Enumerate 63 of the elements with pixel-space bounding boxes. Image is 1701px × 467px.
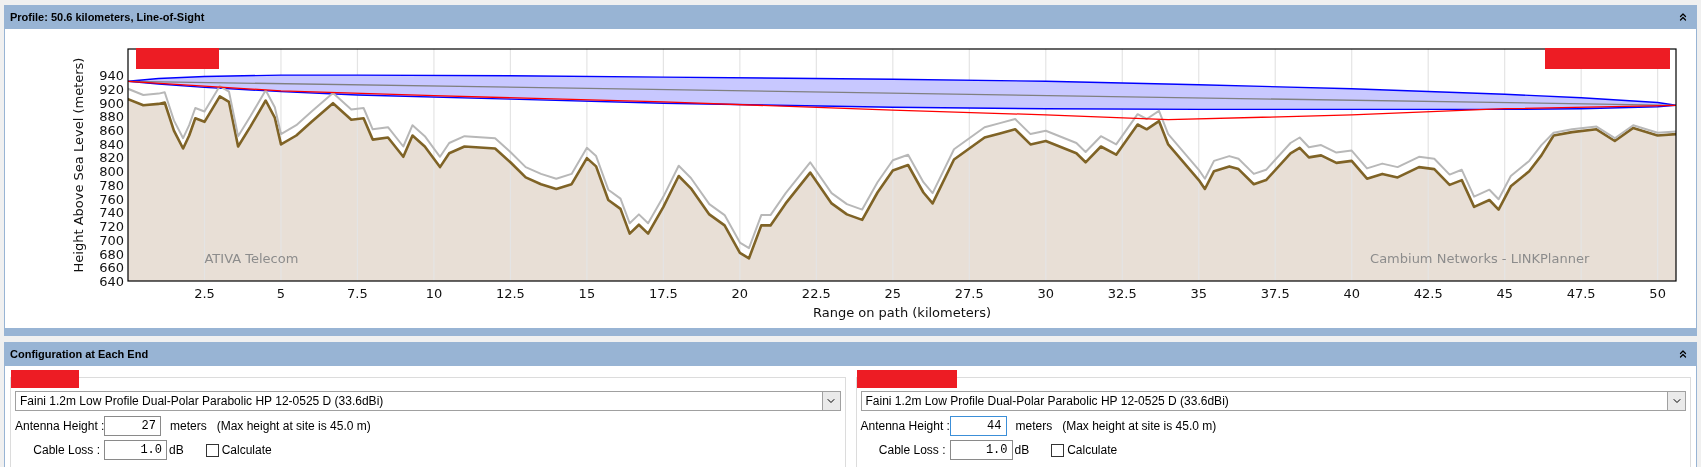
unit-label: meters <box>170 417 207 435</box>
tick-label: 2.5 <box>194 286 215 301</box>
tick-label: 22.5 <box>801 286 831 301</box>
field-label: Cable Loss : <box>32 442 100 459</box>
tick-label: 700 <box>99 232 124 248</box>
watermark-label: Cambium Networks - LINKPlanner <box>1370 251 1590 267</box>
tick-label: 680 <box>99 246 124 262</box>
tick-label: 720 <box>99 219 124 235</box>
panel-title: Configuration at Each End <box>10 346 149 362</box>
unit-label: dB <box>1014 442 1030 459</box>
tick-label: 820 <box>99 150 124 166</box>
tick-label: 25 <box>884 286 902 301</box>
height-field[interactable]: 27 <box>104 415 161 436</box>
tick-label: 42.5 <box>1413 286 1443 301</box>
tick-label: 20 <box>731 286 749 301</box>
unit-label: meters <box>1015 417 1053 435</box>
tick-label: 37.5 <box>1260 286 1290 301</box>
tick-label: 12.5 <box>495 286 525 301</box>
height-note: (Max height at site is 45.0 m) <box>216 417 371 435</box>
height-note: (Max height at site is 45.0 m) <box>1062 417 1217 435</box>
tick-label: 940 <box>99 68 124 84</box>
tick-label: 17.5 <box>648 286 678 301</box>
collapse-icon[interactable] <box>1677 11 1689 23</box>
axis-title: Height Above Sea Level (meters) <box>71 57 86 273</box>
tick-label: 840 <box>99 136 124 152</box>
tick-label: 30 <box>1037 286 1055 301</box>
tick-label: 760 <box>99 191 124 207</box>
height-field[interactable]: 44 <box>949 415 1007 436</box>
tick-label: 640 <box>99 274 124 289</box>
checkbox-label: Calculate <box>1067 442 1118 459</box>
axis-title: Range on path (kilometers) <box>812 305 992 320</box>
field-label: Cable Loss : <box>877 442 946 459</box>
panel-title: Profile: 50.6 kilometers, Line-of-Sight <box>10 9 205 25</box>
tick-label: 15 <box>578 286 596 301</box>
tick-label: 10 <box>425 286 443 301</box>
tick-label: 50 <box>1649 286 1666 301</box>
tick-label: 780 <box>99 177 124 193</box>
tick-label: 660 <box>99 260 124 276</box>
tick-label: 27.5 <box>954 286 984 301</box>
cable-loss-field[interactable]: 1.0 <box>104 440 167 460</box>
calculate-checkbox[interactable] <box>1051 443 1065 457</box>
tick-label: 40 <box>1343 286 1360 301</box>
tick-label: 740 <box>99 205 124 221</box>
watermark-label: ATIVA Telecom <box>204 251 299 267</box>
tick-label: 800 <box>99 164 124 180</box>
tick-label: 920 <box>99 81 124 97</box>
tick-label: 7.5 <box>347 286 368 301</box>
calculate-checkbox[interactable] <box>205 443 219 457</box>
checkbox-label: Calculate <box>221 442 272 459</box>
unit-label: dB <box>169 442 184 459</box>
tick-label: 32.5 <box>1107 286 1137 301</box>
collapse-icon[interactable] <box>1677 348 1689 360</box>
cable-loss-field[interactable]: 1.0 <box>949 440 1013 460</box>
tick-label: 5 <box>276 286 286 301</box>
antenna-dropdown[interactable]: Faini 1.2m Low Profile Dual-Polar Parabolic HP 12-0525 D (33.6dBi) <box>15 391 841 411</box>
tick-label: 860 <box>99 123 124 138</box>
antenna-dropdown[interactable]: Faini 1.2m Low Profile Dual-Polar Parabolic HP 12-0525 D (33.6dBi) <box>860 391 1686 411</box>
redacted-label <box>11 370 79 388</box>
tick-label: 35 <box>1190 286 1207 301</box>
tick-label: 45 <box>1496 286 1513 301</box>
tick-label: 47.5 <box>1566 286 1596 301</box>
tick-label: 900 <box>99 95 124 111</box>
tick-label: 880 <box>99 109 124 125</box>
